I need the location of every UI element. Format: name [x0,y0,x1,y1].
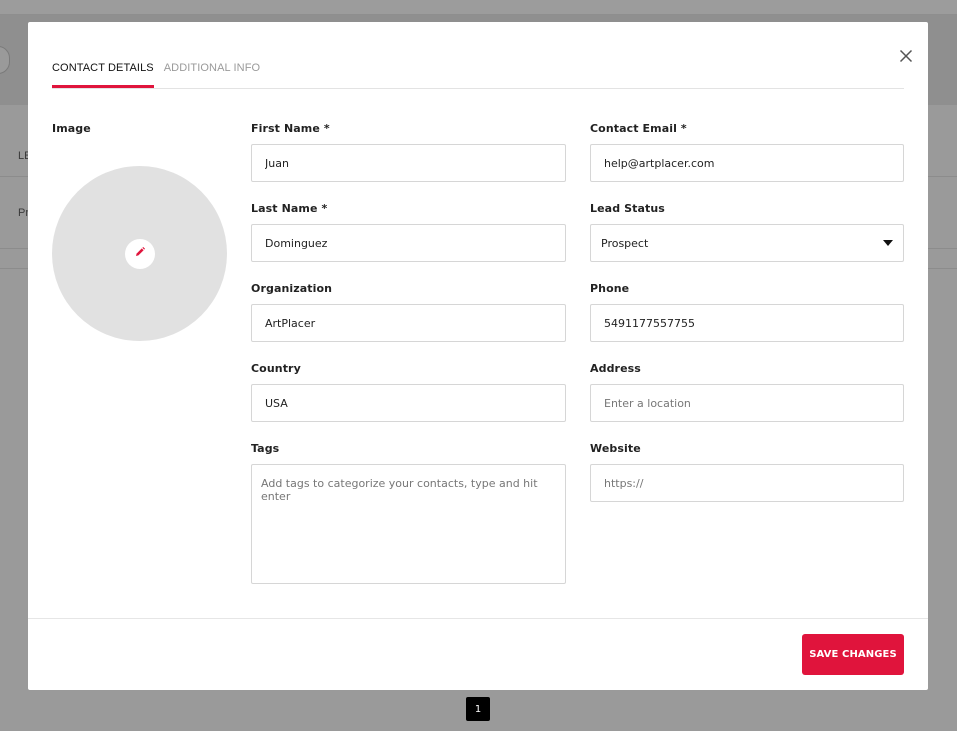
address-field[interactable] [590,384,904,422]
lead-status-select[interactable]: Prospect [590,224,904,262]
background-topbar [0,0,957,15]
organization-label: Organization [251,282,333,295]
last-name-input[interactable] [252,225,565,261]
first-name-label: First Name * [251,122,330,135]
country-label: Country [251,362,301,375]
tags-label: Tags [251,442,280,455]
website-label: Website [590,442,641,455]
contact-email-field[interactable] [590,144,904,182]
country-input[interactable] [252,385,565,421]
contact-email-label: Contact Email * [590,122,687,135]
save-changes-button[interactable]: SAVE CHANGES [802,634,904,675]
first-name-input[interactable] [252,145,565,181]
phone-label: Phone [590,282,630,295]
tab-bar: CONTACT DETAILS ADDITIONAL INFO [52,62,904,89]
first-name-field[interactable] [251,144,566,182]
country-field[interactable] [251,384,566,422]
footer-divider [28,618,928,619]
tags-field[interactable] [251,464,566,584]
last-name-label: Last Name * [251,202,328,215]
phone-field[interactable] [590,304,904,342]
lead-status-label: Lead Status [590,202,665,215]
phone-input[interactable] [591,305,903,341]
organization-field[interactable] [251,304,566,342]
contact-email-input[interactable] [591,145,903,181]
tab-additional-info[interactable]: ADDITIONAL INFO [164,62,260,87]
pencil-icon [134,245,146,263]
edit-contact-modal: CONTACT DETAILS ADDITIONAL INFO Image Fi… [28,22,928,690]
image-label: Image [52,122,91,135]
avatar-placeholder[interactable] [52,166,227,341]
lead-status-value: Prospect [601,236,649,250]
organization-input[interactable] [252,305,565,341]
website-input[interactable] [591,465,903,501]
address-label: Address [590,362,641,375]
website-field[interactable] [590,464,904,502]
last-name-field[interactable] [251,224,566,262]
pagination-page-button[interactable]: 1 [466,697,490,721]
tab-contact-details[interactable]: CONTACT DETAILS [52,62,154,88]
address-input[interactable] [591,385,903,421]
chevron-down-icon [883,240,893,246]
edit-image-button[interactable] [125,239,155,269]
tags-textarea[interactable] [252,465,565,583]
